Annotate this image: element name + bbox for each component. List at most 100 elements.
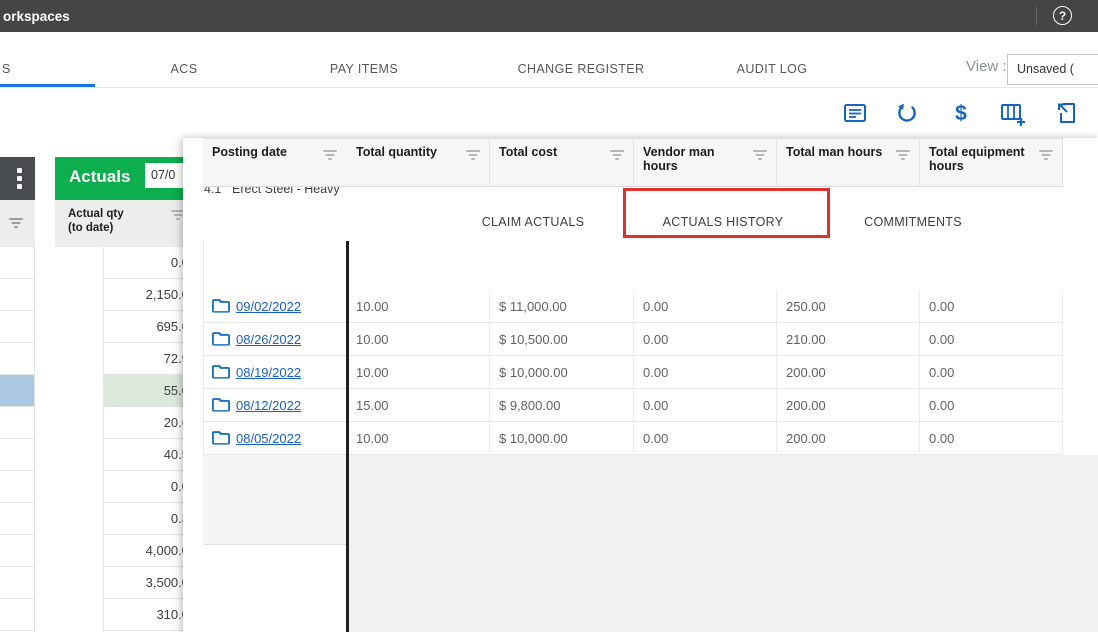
left-grid-row[interactable] xyxy=(0,599,34,631)
add-column-button[interactable] xyxy=(1000,101,1026,127)
value-cell: 0.00 xyxy=(920,323,1063,356)
left-grid-row[interactable] xyxy=(0,503,34,535)
tab-pay-items[interactable]: PAY ITEMS xyxy=(254,62,474,76)
filter-icon[interactable] xyxy=(609,149,625,161)
highlight-rectangle xyxy=(623,188,830,238)
value-cell: 200.00 xyxy=(777,356,920,389)
table-row[interactable]: 08/19/2022 10.00 $ 10,000.00 0.00 200.00 0.00 xyxy=(203,356,1063,389)
tab-s[interactable]: S xyxy=(2,62,11,76)
add-column-icon xyxy=(1001,104,1025,126)
actual-qty-cell[interactable]: 310.0 xyxy=(104,599,195,631)
row-menu-header[interactable] xyxy=(0,157,35,200)
currency-button[interactable]: $ xyxy=(948,101,974,127)
actual-qty-cell[interactable]: 55.0 xyxy=(104,375,195,407)
value-cell: 210.00 xyxy=(777,323,920,356)
column-header[interactable]: Total equipment hours xyxy=(920,138,1063,187)
table-row[interactable]: 08/26/2022 10.00 $ 10,500.00 0.00 210.00 0.00 xyxy=(203,323,1063,356)
column-header[interactable]: Posting date xyxy=(203,138,347,187)
top-bar: orkspaces ? xyxy=(0,0,1098,32)
toolbar: $ xyxy=(0,88,1098,138)
left-row-strip xyxy=(0,247,35,632)
table-row[interactable]: 08/12/2022 15.00 $ 9,800.00 0.00 200.00 0.00 xyxy=(203,389,1063,422)
filter-icon[interactable] xyxy=(465,149,481,161)
value-cell: $ 9,800.00 xyxy=(490,389,634,422)
tab-audit-log[interactable]: AUDIT LOG xyxy=(662,62,882,76)
actual-qty-cell[interactable]: 0.0 xyxy=(104,247,195,279)
left-grid-row[interactable] xyxy=(0,471,34,503)
posting-date-link[interactable]: 08/19/2022 xyxy=(236,365,301,380)
actual-qty-cell[interactable]: 40.5 xyxy=(104,439,195,471)
frozen-column-divider[interactable] xyxy=(346,241,349,632)
view-selector[interactable]: Unsaved ( xyxy=(1007,54,1098,85)
folder-icon[interactable] xyxy=(212,397,231,412)
posting-date-link[interactable]: 08/26/2022 xyxy=(236,332,301,347)
column-header-label: Total man hours xyxy=(786,145,883,159)
table-row[interactable]: 09/02/2022 10.00 $ 11,000.00 0.00 250.00 0.00 xyxy=(203,290,1063,323)
active-tab-underline xyxy=(0,84,95,87)
left-grid-row[interactable] xyxy=(0,535,34,567)
left-grid-row[interactable] xyxy=(0,247,34,279)
column-header[interactable]: Total man hours xyxy=(777,138,920,187)
value-cell: 10.00 xyxy=(347,422,490,455)
workspaces-title: orkspaces xyxy=(3,9,70,24)
value-cell: 10.00 xyxy=(347,323,490,356)
value-cell: 200.00 xyxy=(777,389,920,422)
left-grid-row[interactable] xyxy=(0,407,34,439)
filter-icon[interactable] xyxy=(752,149,768,161)
undo-button[interactable] xyxy=(894,101,920,127)
column-header[interactable]: Total cost xyxy=(490,138,634,187)
overlay-tab-commitments[interactable]: COMMITMENTS xyxy=(803,215,1023,229)
value-cell: 200.00 xyxy=(777,422,920,455)
actual-qty-cell[interactable]: 2,150.0 xyxy=(104,279,195,311)
posting-date-link[interactable]: 08/12/2022 xyxy=(236,398,301,413)
posting-date-link[interactable]: 08/05/2022 xyxy=(236,431,301,446)
left-grid-row[interactable] xyxy=(0,375,34,407)
value-cell: 0.00 xyxy=(634,389,777,422)
left-grid-row[interactable] xyxy=(0,343,34,375)
actuals-history-panel: 1074 4.1 Erect Steel - Heavy CLAIM ACTUA… xyxy=(183,138,1098,632)
column-header-label: Total quantity xyxy=(356,145,438,159)
column-header[interactable]: Total quantity xyxy=(347,138,490,187)
actual-qty-cell[interactable]: 4,000.0 xyxy=(104,535,195,567)
column-header-label: Total cost xyxy=(499,145,558,159)
filter-icon[interactable] xyxy=(895,149,911,161)
filter-icon[interactable] xyxy=(1038,149,1054,161)
actual-qty-cell[interactable]: 0.0 xyxy=(104,471,195,503)
left-grid-row[interactable] xyxy=(0,311,34,343)
column-header-label: Posting date xyxy=(212,145,288,159)
folder-icon[interactable] xyxy=(212,430,231,445)
actual-qty-cell[interactable]: 695.0 xyxy=(104,311,195,343)
posting-date-cell[interactable]: 08/19/2022 xyxy=(203,356,347,389)
filter-icon[interactable] xyxy=(8,217,24,229)
filter-icon[interactable] xyxy=(322,149,338,161)
left-grid-row[interactable] xyxy=(0,567,34,599)
export-icon xyxy=(1058,103,1075,123)
posting-date-link[interactable]: 09/02/2022 xyxy=(236,299,301,314)
topbar-divider xyxy=(1036,7,1037,25)
column-header-label: Total equipment hours xyxy=(929,145,1025,173)
value-cell: 0.00 xyxy=(920,290,1063,323)
actual-qty-cell[interactable]: 72.9 xyxy=(104,343,195,375)
tab-change-register[interactable]: CHANGE REGISTER xyxy=(471,62,691,76)
posting-date-cell[interactable]: 09/02/2022 xyxy=(203,290,347,323)
folder-icon[interactable] xyxy=(212,364,231,379)
posting-date-cell[interactable]: 08/26/2022 xyxy=(203,323,347,356)
actuals-section-header: Actuals 07/0 xyxy=(55,157,195,200)
details-list-button[interactable] xyxy=(842,101,868,127)
folder-icon[interactable] xyxy=(212,331,231,346)
actual-qty-cell[interactable]: 3,500.0 xyxy=(104,567,195,599)
export-button[interactable] xyxy=(1054,101,1080,127)
left-grid-row[interactable] xyxy=(0,439,34,471)
left-grid-row[interactable] xyxy=(0,279,34,311)
value-cell: $ 11,000.00 xyxy=(490,290,634,323)
actual-qty-cell[interactable]: 0.3 xyxy=(104,503,195,535)
posting-date-cell[interactable]: 08/05/2022 xyxy=(203,422,347,455)
folder-icon[interactable] xyxy=(212,298,231,313)
table-row[interactable]: 08/05/2022 10.00 $ 10,000.00 0.00 200.00 0.00 xyxy=(203,422,1063,455)
overlay-tab-claim-actuals[interactable]: CLAIM ACTUALS xyxy=(423,215,643,229)
actual-qty-cell[interactable]: 20.6 xyxy=(104,407,195,439)
help-icon[interactable]: ? xyxy=(1053,6,1072,25)
posting-date-cell[interactable]: 08/12/2022 xyxy=(203,389,347,422)
value-cell: $ 10,000.00 xyxy=(490,356,634,389)
column-header[interactable]: Vendor man hours xyxy=(634,138,777,187)
